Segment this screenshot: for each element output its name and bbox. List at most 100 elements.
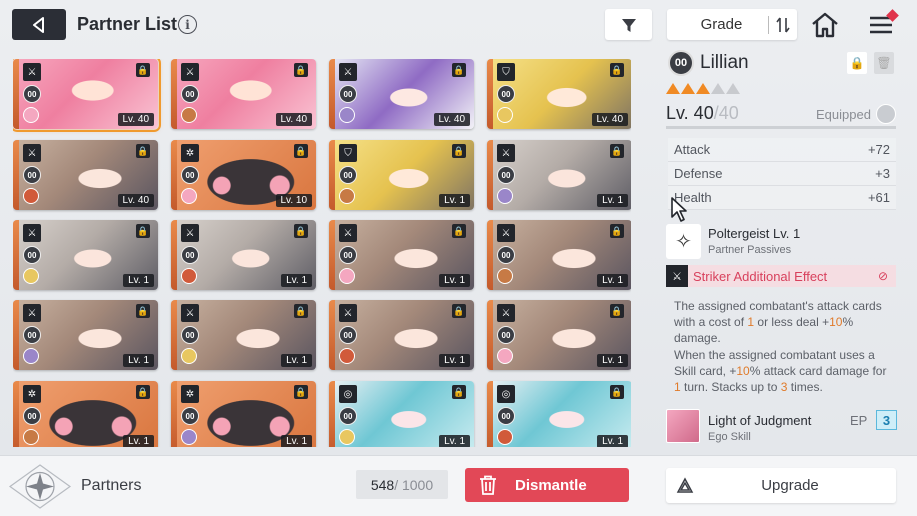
partner-card[interactable]: ◎ 00 🔒 Lv. 1 [487,381,631,447]
partner-card[interactable]: ⛉ 00 🔒 Lv. 1 [329,140,474,210]
info-icon[interactable]: i [178,15,197,34]
level-progress-bar [666,126,896,129]
upgrade-button[interactable]: Upgrade [666,468,896,503]
stat-value: +61 [867,190,890,205]
partner-card[interactable]: ⛉ 00 🔒 Lv. 40 [487,59,631,129]
desc-text: turn. Stacks up to [680,380,781,395]
grade-strip [171,140,177,210]
lock-icon[interactable]: 🔒 [294,385,308,399]
assigned-combatant-avatar [181,188,197,204]
grade-strip [13,300,19,370]
lock-icon[interactable]: 🔒 [294,63,308,77]
partner-card[interactable]: ⚔ 00 🔒 Lv. 1 [329,300,474,370]
crossed-swords-icon: ⚔ [666,265,688,287]
lock-icon[interactable]: 🔒 [294,304,308,318]
card-level: Lv. 40 [433,113,470,126]
ego-skill[interactable]: Light of Judgment Ego Skill EP 3 [666,409,897,445]
partner-card[interactable]: ⚔ 00 🔒 Lv. 1 [487,300,631,370]
lock-toggle-button[interactable]: 🔒 [847,52,867,74]
equipped-avatar[interactable] [876,104,896,124]
striker-effect-bar[interactable]: ⚔ Striker Additional Effect ⊘ [666,265,896,287]
assigned-combatant-avatar [497,107,513,123]
partner-card[interactable]: ⚔ 00 🔒 Lv. 40 [329,59,474,129]
lock-icon[interactable]: 🔒 [452,224,466,238]
assigned-combatant-avatar [181,348,197,364]
lock-icon[interactable]: 🔒 [610,224,624,238]
star-icon [696,83,710,94]
partner-card[interactable]: ⚔ 00 🔒 Lv. 1 [13,300,158,370]
back-button[interactable] [12,9,66,40]
lock-icon[interactable]: 🔒 [610,385,624,399]
sort-order-icon[interactable] [769,17,797,33]
lock-icon[interactable]: 🔒 [294,144,308,158]
stat-value: +3 [875,166,890,181]
partner-card[interactable]: ⚔ 00 🔒 Lv. 1 [13,220,158,290]
partner-card[interactable]: ⚔ 00 🔒 Lv. 40 [171,59,316,129]
partner-card[interactable]: ✲ 00 🔒 Lv. 1 [171,381,316,447]
lock-icon[interactable]: 🔒 [136,385,150,399]
compass-icon [8,463,72,510]
desc-text: % attack card damage for [749,363,887,378]
assigned-combatant-avatar [23,268,39,284]
lock-icon[interactable]: 🔒 [136,144,150,158]
assigned-combatant-avatar [339,348,355,364]
partner-card[interactable]: ⚔ 00 🔒 Lv. 40 [13,140,158,210]
lock-icon[interactable]: 🔒 [452,304,466,318]
ego-skill-name: Light of Judgment [708,413,812,428]
card-level: Lv. 1 [597,354,628,367]
partner-name: Lillian [700,52,749,73]
assigned-combatant-avatar [23,107,39,123]
lock-icon[interactable]: 🔒 [610,304,624,318]
grade-strip [171,300,177,370]
partner-passive[interactable]: ✧ Poltergeist Lv. 1 Partner Passives [666,224,896,260]
partner-card[interactable]: ⚔ 00 🔒 Lv. 1 [171,220,316,290]
lock-icon[interactable]: 🔒 [610,63,624,77]
count-total: / 1000 [394,476,434,493]
sword-type-icon: ⚔ [339,63,357,81]
assigned-combatant-avatar [497,429,513,445]
partner-card[interactable]: ⚔ 00 🔒 Lv. 40 [13,59,161,132]
card-level: Lv. 40 [117,194,154,207]
target-type-icon: ◎ [339,385,357,403]
grade-strip [329,300,335,370]
lock-icon[interactable]: 🔒 [136,304,150,318]
gear-type-icon: ✲ [181,385,199,403]
lock-icon[interactable]: 🔒 [452,63,466,77]
filter-icon [621,18,636,32]
sword-type-icon: ⚔ [181,304,199,322]
dismantle-button[interactable]: Dismantle [465,468,629,502]
partner-card[interactable]: ✲ 00 🔒 Lv. 10 [171,140,316,210]
trash-button[interactable]: 🗑 [874,52,894,74]
partner-card[interactable]: ◎ 00 🔒 Lv. 1 [329,381,474,447]
partner-id-badge: 00 [181,246,199,264]
upgrade-arrow-icon [676,476,694,493]
partner-card[interactable]: ⚔ 00 🔒 Lv. 1 [171,300,316,370]
lock-icon[interactable]: 🔒 [294,224,308,238]
partner-card[interactable]: ⚔ 00 🔒 Lv. 1 [329,220,474,290]
stat-label: Defense [674,166,723,181]
card-badges: ⚔ 00 [181,224,201,284]
home-button[interactable] [810,11,840,39]
footer-bar: Partners 548 / 1000 Dismantle Upgrade [0,455,917,516]
home-icon [812,12,838,38]
lock-icon[interactable]: 🔒 [136,63,150,77]
grade-sort-button[interactable]: Grade [667,9,797,40]
lock-icon[interactable]: 🔒 [136,224,150,238]
lock-icon[interactable]: 🔒 [452,385,466,399]
lock-icon[interactable]: 🔒 [610,144,624,158]
sword-type-icon: ⚔ [23,63,41,81]
card-level: Lv. 1 [439,274,470,287]
shield-type-icon: ⛉ [497,63,515,81]
filter-button[interactable] [605,9,652,40]
partner-card[interactable]: ⚔ 00 🔒 Lv. 1 [487,140,631,210]
lock-icon[interactable]: 🔒 [452,144,466,158]
grade-strip [329,59,335,129]
grade-strip [171,59,177,129]
assigned-combatant-avatar [497,188,513,204]
card-badges: ⚔ 00 [339,63,359,123]
partner-card[interactable]: ⚔ 00 🔒 Lv. 1 [487,220,631,290]
card-level: Lv. 1 [281,354,312,367]
partner-id-badge: 00 [23,326,41,344]
partner-card[interactable]: ✲ 00 🔒 Lv. 1 [13,381,158,447]
stat-list: Attack +72 Defense +3 Health +61 [668,138,896,210]
